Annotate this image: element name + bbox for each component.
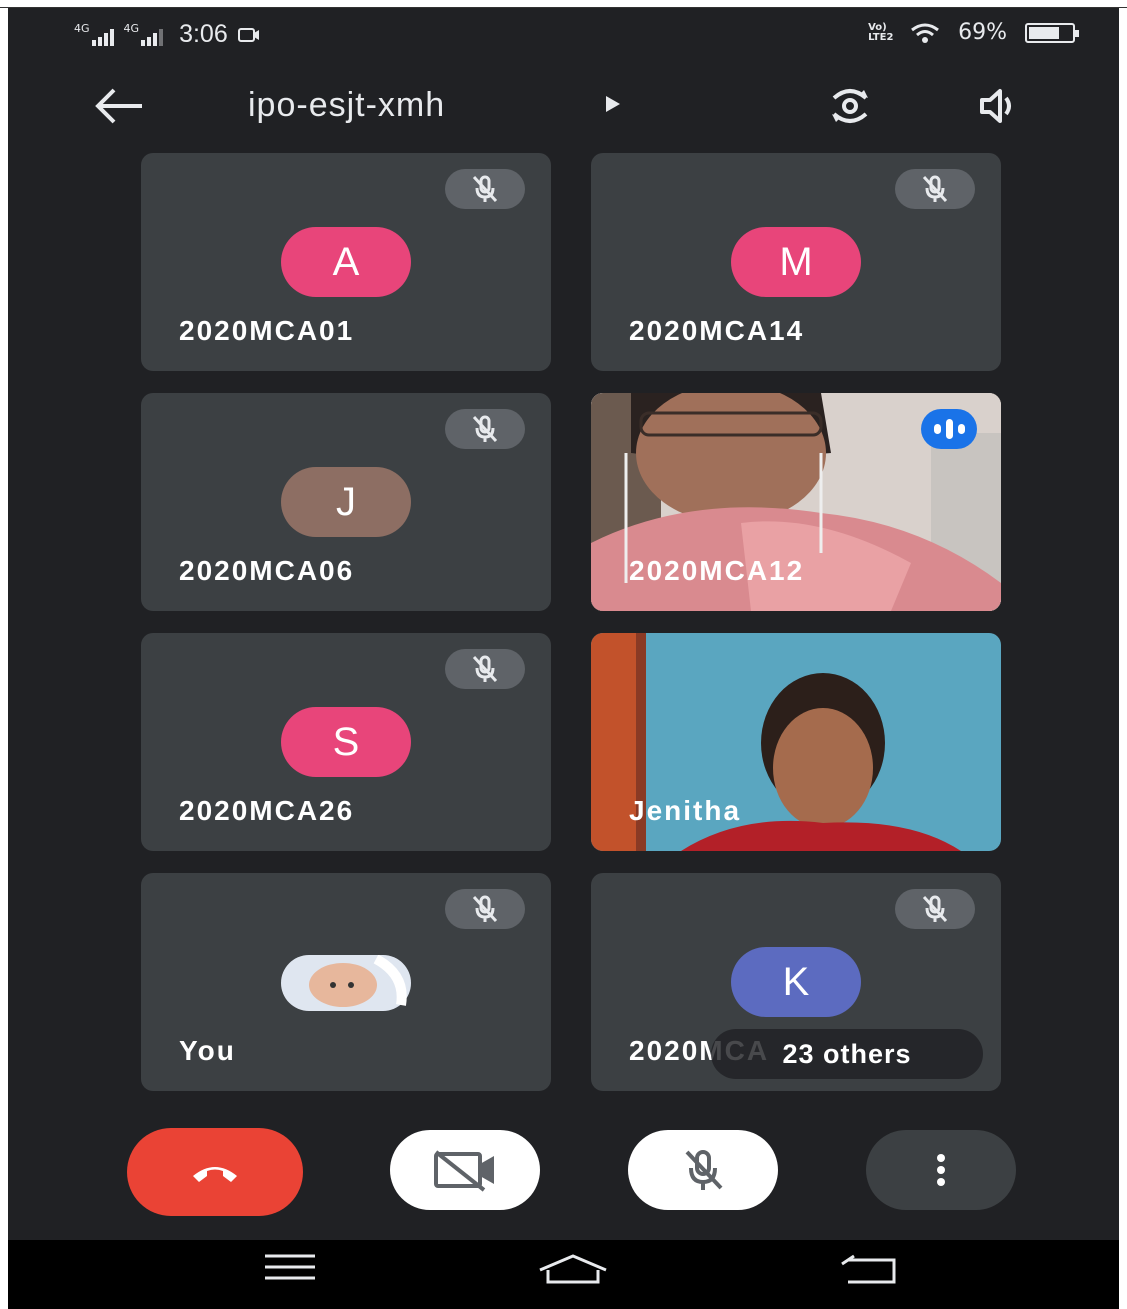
participant-tile[interactable]: S 2020MCA26 (141, 633, 551, 851)
participant-tile[interactable]: A 2020MCA01 (141, 153, 551, 371)
status-bar: 4G 4G 3:06 Vo) LTE2 69% (8, 8, 1119, 58)
signal-icon: 4G (123, 21, 164, 46)
mic-off-icon (895, 889, 975, 929)
camera-off-icon (434, 1150, 494, 1192)
avatar: S (281, 707, 411, 777)
avatar: A (281, 227, 411, 297)
mic-off-icon (685, 1150, 723, 1190)
back-icon[interactable] (840, 1252, 910, 1296)
microphone-toggle-button[interactable] (628, 1130, 778, 1210)
meeting-code[interactable]: ipo-esjt-xmh (248, 86, 445, 125)
switch-camera-icon[interactable] (828, 86, 872, 126)
participant-name: 2020MCA26 (179, 795, 355, 826)
speaker-icon[interactable] (978, 86, 1022, 126)
mic-off-icon (445, 889, 525, 929)
avatar: M (731, 227, 861, 297)
participant-name: 2020MCA06 (179, 555, 355, 586)
end-call-icon (193, 1167, 237, 1182)
meeting-header: ipo-esjt-xmh (8, 78, 1119, 138)
battery-icon (1025, 22, 1079, 43)
camera-toggle-button[interactable] (390, 1130, 540, 1210)
end-call-button[interactable] (127, 1128, 303, 1216)
expand-arrow-icon[interactable] (606, 96, 620, 112)
battery-percent: 69% (958, 20, 1007, 45)
signal-label: 4G (123, 21, 140, 35)
more-options-button[interactable] (866, 1130, 1016, 1210)
lte-label: Vo) LTE2 (868, 21, 894, 43)
home-icon[interactable] (536, 1252, 607, 1296)
phone-screen: 4G 4G 3:06 Vo) LTE2 69% ipo-esjt-xmh A 2… (8, 8, 1119, 1309)
others-count-button[interactable]: 23 others (711, 1029, 983, 1079)
mic-off-icon (445, 409, 525, 449)
signal-label: 4G (74, 21, 90, 35)
participant-tile[interactable]: K 2020MCA 23 others (591, 873, 1001, 1091)
top-border (0, 0, 1127, 8)
status-time: 3:06 (179, 20, 228, 48)
signal-icon: 4G (74, 21, 114, 46)
participant-name: Jenitha (629, 795, 742, 826)
system-navigation-bar (8, 1240, 1119, 1309)
mic-off-icon (895, 169, 975, 209)
arrow-left-icon[interactable] (92, 86, 146, 134)
participant-tile-video[interactable]: 2020MCA12 (591, 393, 1001, 611)
participant-name: 2020MCA01 (179, 315, 355, 346)
participant-name: 2020MCA12 (629, 555, 805, 586)
avatar: J (281, 467, 411, 537)
more-vert-icon (937, 1154, 945, 1186)
screen-cast-icon (237, 27, 259, 42)
participant-tile-video[interactable]: Jenitha (591, 633, 1001, 851)
mic-off-icon (445, 649, 525, 689)
avatar (281, 955, 411, 1011)
participant-name: 2020MCA14 (629, 315, 805, 346)
participant-tile[interactable]: M 2020MCA14 (591, 153, 1001, 371)
speaking-indicator-icon (921, 409, 977, 449)
avatar: K (731, 947, 861, 1017)
participant-tile[interactable]: J 2020MCA06 (141, 393, 551, 611)
participant-name: You (179, 1035, 236, 1066)
wifi-icon (911, 23, 940, 43)
mic-off-icon (445, 169, 525, 209)
participant-tile-self[interactable]: You (141, 873, 551, 1091)
menu-icon[interactable] (263, 1252, 333, 1296)
